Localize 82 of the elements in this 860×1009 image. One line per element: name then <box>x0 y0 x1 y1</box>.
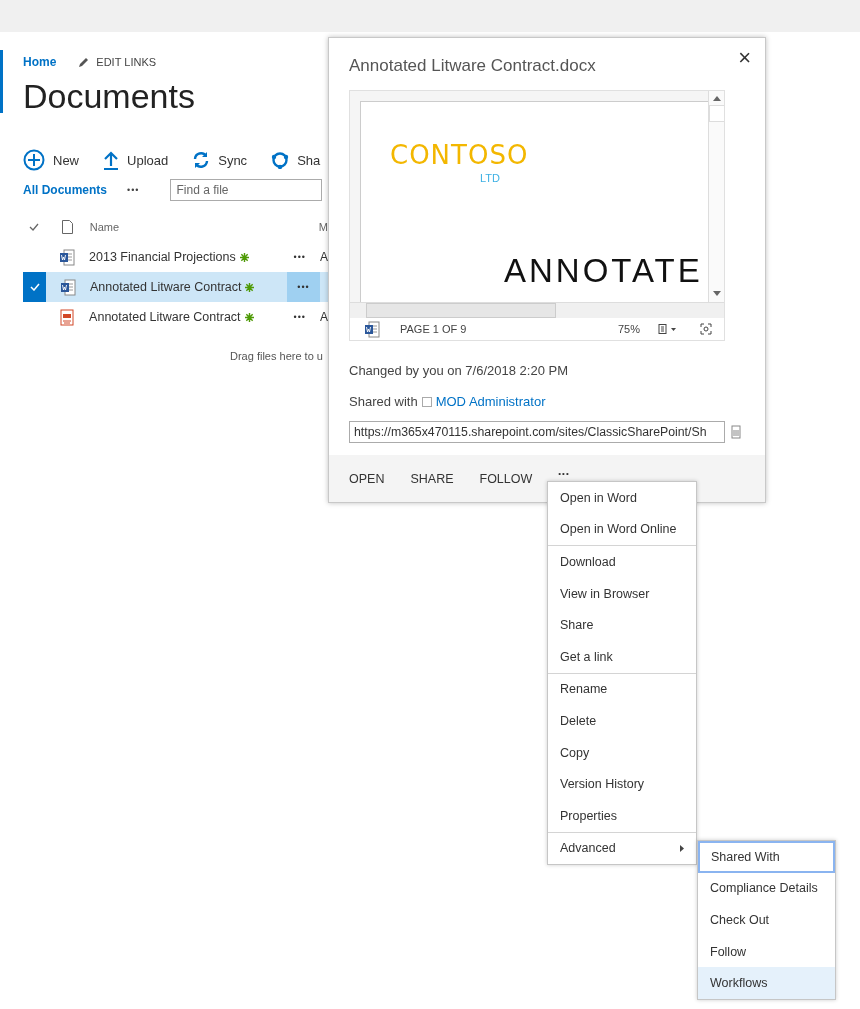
copy-icon[interactable] <box>731 425 741 439</box>
file-row[interactable]: 2013 Financial Projections ••• A <box>23 242 328 272</box>
new-badge-icon <box>244 312 254 322</box>
menu-item[interactable]: Copy <box>548 736 696 769</box>
menu-item[interactable]: Version History <box>548 768 696 800</box>
menu-item[interactable]: Advanced <box>548 832 696 865</box>
more-button[interactable]: ••• <box>558 469 570 478</box>
menu-item[interactable]: Check Out <box>698 904 835 936</box>
document-logo: CONTOSO <box>390 140 529 170</box>
horizontal-scrollbar[interactable] <box>350 302 724 319</box>
word-document-icon <box>59 248 76 266</box>
page-indicator: PAGE 1 OF 9 <box>400 323 467 336</box>
new-badge-icon <box>239 252 249 262</box>
scroll-up-icon[interactable] <box>712 95 721 101</box>
shared-with-label: Shared with <box>349 394 418 409</box>
more-button[interactable]: ••• <box>283 302 316 332</box>
scroll-thumb[interactable] <box>366 303 556 319</box>
view-link[interactable]: All Documents <box>23 183 107 197</box>
edit-links-link[interactable]: EDIT LINKS <box>78 56 157 68</box>
check-icon[interactable] <box>29 223 40 231</box>
pdf-document-icon <box>59 308 76 326</box>
more-button[interactable]: ••• <box>119 185 148 195</box>
plus-circle-icon <box>23 149 45 171</box>
close-button[interactable]: × <box>738 50 751 66</box>
view-menu-icon[interactable] <box>658 324 678 335</box>
menu-item[interactable]: Workflows <box>698 967 835 999</box>
table-cell: A <box>320 310 328 324</box>
scroll-down-icon[interactable] <box>713 291 721 297</box>
scroll-thumb[interactable] <box>709 105 724 122</box>
pencil-icon <box>78 56 91 68</box>
column-header[interactable]: Name <box>89 221 319 233</box>
page-title: Documents <box>23 76 196 116</box>
upload-icon <box>103 150 119 170</box>
menu-item[interactable]: Properties <box>548 799 696 832</box>
menu-item[interactable]: Open in Word Online <box>548 513 696 546</box>
menu-item[interactable]: Delete <box>548 705 696 737</box>
home-link[interactable]: Home <box>23 55 57 69</box>
menu-item[interactable]: Compliance Details <box>698 872 835 905</box>
more-button[interactable]: ••• <box>283 242 316 272</box>
menu-item[interactable]: Follow <box>698 935 835 968</box>
callout-action[interactable]: FOLLOW <box>479 471 533 486</box>
callout-action[interactable]: SHARE <box>410 471 454 486</box>
share-icon <box>271 151 290 169</box>
file-name-link[interactable]: 2013 Financial Projections <box>89 250 284 264</box>
accent-bar <box>0 50 3 113</box>
modified-info: Changed by you on 7/6/2018 2:20 PM <box>349 363 569 378</box>
toolbar-button[interactable]: Sync <box>192 151 248 169</box>
search-field[interactable]: Find a file <box>170 179 323 201</box>
table-cell: A <box>320 250 328 264</box>
caret-icon <box>680 844 684 852</box>
document-logo-subtitle: LTD <box>480 172 500 184</box>
zoom-level[interactable]: 75% <box>617 323 640 336</box>
menu-item[interactable]: Share <box>548 609 696 641</box>
vertical-scrollbar[interactable] <box>708 91 724 303</box>
toolbar-button[interactable]: New <box>23 149 79 171</box>
menu-item[interactable]: Shared With <box>698 841 835 873</box>
new-badge-icon <box>245 282 255 292</box>
word-document-icon <box>364 320 380 338</box>
fullscreen-icon[interactable] <box>700 323 712 336</box>
menu-item[interactable]: Open in Word <box>548 482 696 514</box>
word-document-icon <box>60 278 76 296</box>
user-checkbox-icon <box>421 396 432 407</box>
file-name-link[interactable]: Annotated Litware Contract <box>89 310 284 324</box>
document-icon <box>62 220 74 234</box>
menu-item[interactable]: View in Browser <box>548 577 696 610</box>
menu-item[interactable]: Get a link <box>548 640 696 673</box>
file-row[interactable]: Annotated Litware Contract ••• <box>23 272 328 302</box>
more-button[interactable]: ••• <box>287 272 320 302</box>
document-heading: ANNOTATE <box>504 252 703 290</box>
drop-hint: Drag files here to u <box>229 350 324 362</box>
callout-title: Annotated Litware Contract.docx <box>349 56 596 76</box>
file-name-link[interactable]: Annotated Litware Contract <box>90 280 287 294</box>
file-row[interactable]: Annotated Litware Contract ••• A <box>23 302 328 332</box>
sync-icon <box>192 151 211 169</box>
menu-item[interactable]: Download <box>548 546 696 578</box>
toolbar-button[interactable]: Sha <box>271 151 321 169</box>
menu-item[interactable]: Rename <box>548 673 696 706</box>
user-link[interactable]: MOD Administrator <box>435 394 546 409</box>
toolbar-button[interactable]: Upload <box>103 150 169 170</box>
callout-action[interactable]: OPEN <box>349 471 385 486</box>
link-field[interactable]: https://m365x470115.sharepoint.com/sites/ClassicSharePoint/Sh <box>349 421 725 443</box>
column-header[interactable]: M <box>318 221 328 233</box>
